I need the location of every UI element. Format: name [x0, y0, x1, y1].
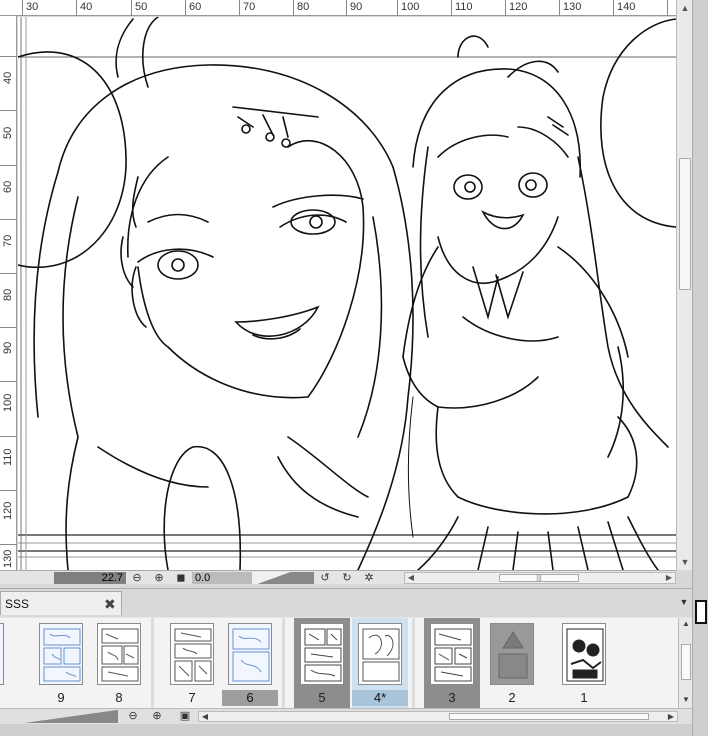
scroll-up-icon[interactable]: ▲	[679, 618, 693, 630]
horizontal-ruler: 30 40 50 60 70 80 90 100 110 120 130 140	[0, 0, 676, 16]
page-manager-tabbar: SSS ✖ ▼	[0, 589, 692, 617]
ruler-label: 120	[2, 501, 14, 520]
ruler-label: 140	[617, 1, 636, 13]
zoom-in-icon[interactable]: ⊕	[148, 572, 170, 584]
spread-divider	[412, 618, 415, 708]
page-preview	[170, 623, 214, 685]
page-number: 3	[424, 690, 480, 706]
color-swatch-icon[interactable]	[695, 600, 707, 624]
scroll-up-icon[interactable]: ▲	[677, 0, 693, 16]
page-preview	[300, 623, 344, 685]
ruler-label: 110	[2, 448, 14, 466]
zoom-out-icon[interactable]: ⊖	[126, 572, 148, 584]
drawing-canvas[interactable]	[18, 17, 676, 570]
page-preview	[490, 623, 534, 685]
ruler-label: 100	[2, 393, 14, 412]
fit-icon[interactable]: ◼	[170, 572, 192, 584]
page-list-horizontal-scrollbar[interactable]: ◀ ▶	[198, 711, 678, 722]
canvas-horizontal-scrollbar[interactable]: ◀ ||| ▶	[404, 572, 676, 584]
canvas-vertical-scrollbar[interactable]: ▲ ▼	[676, 0, 692, 570]
page-thumbnail[interactable]: 6	[222, 618, 278, 708]
page-preview	[562, 623, 606, 685]
page-number: 5	[294, 690, 350, 706]
panel-menu-icon[interactable]: ▼	[677, 595, 691, 609]
ruler-label: 70	[2, 234, 14, 247]
page-number: 8	[115, 690, 123, 705]
page-thumbnail[interactable]: 1	[556, 618, 612, 708]
thumbnail-size-slider[interactable]	[0, 710, 118, 723]
ruler-label: 130	[2, 549, 14, 568]
page-number: 2	[508, 690, 516, 705]
page-thumbnail[interactable]: 8	[91, 618, 147, 708]
page-list-vertical-scrollbar[interactable]: ▲ ▼	[678, 618, 692, 708]
page-thumbnail[interactable]	[0, 618, 10, 708]
page-manager-panel: SSS ✖ ▼ 9 8 7 6 5 4* 3 2 1 ▲ ▼ ⊖ ⊕ ▣ ◀ ▶	[0, 588, 692, 736]
page-preview	[430, 623, 474, 685]
ruler-label: 60	[189, 1, 202, 13]
spread-divider	[282, 618, 285, 708]
scrollbar-thumb[interactable]	[449, 713, 649, 720]
ruler-label: 80	[297, 1, 310, 13]
page-thumbnail[interactable]: 5	[294, 618, 350, 708]
ruler-label: 130	[563, 1, 582, 13]
scrollbar-thumb[interactable]: |||	[499, 574, 579, 582]
close-icon[interactable]: ✖	[104, 592, 116, 616]
page-thumbnail[interactable]: 2	[484, 618, 540, 708]
window-bottom-edge	[0, 724, 692, 736]
page-number: 9	[57, 690, 65, 705]
ruler-label: 60	[2, 180, 14, 193]
scrollbar-thumb[interactable]	[681, 644, 691, 680]
ruler-label: 50	[135, 1, 148, 13]
page-number: 7	[188, 690, 196, 705]
clip-studio-window: 30 40 50 60 70 80 90 100 110 120 130 140…	[0, 0, 708, 736]
page-number: 4*	[352, 690, 408, 706]
ruler-label: 90	[2, 341, 14, 354]
scroll-down-icon[interactable]: ▼	[679, 694, 693, 706]
zoom-in-icon[interactable]: ⊕	[146, 710, 168, 722]
side-palette-edge	[692, 0, 708, 736]
ruler-label: 90	[350, 1, 363, 13]
rotation-angle-field[interactable]: 0.0	[192, 571, 252, 584]
vertical-ruler: 40 50 60 70 80 90 100 110 120 130	[0, 16, 17, 570]
page-manager-toolbar: ⊖ ⊕ ▣ ◀ ▶	[0, 708, 692, 724]
display-settings-icon[interactable]: ▣	[174, 710, 196, 722]
zoom-level-field[interactable]: 22.7	[54, 571, 126, 584]
page-number: 1	[580, 690, 588, 705]
page-thumbnail[interactable]: 7	[164, 618, 220, 708]
canvas-navigation-bar: 22.7 ⊖ ⊕ ◼ 0.0 ↺ ↻ ✲ ◀ ||| ▶	[0, 570, 676, 584]
scroll-down-icon[interactable]: ▼	[677, 554, 693, 570]
ruler-label: 70	[243, 1, 256, 13]
scrollbar-thumb[interactable]	[679, 158, 691, 290]
rotate-right-icon[interactable]: ↻	[336, 572, 358, 584]
page-preview	[358, 623, 402, 685]
scroll-left-icon[interactable]: ◀	[405, 573, 417, 583]
tab-label: SSS	[5, 597, 30, 611]
spread-divider	[151, 618, 154, 708]
page-preview	[97, 623, 141, 685]
reset-rotation-icon[interactable]: ✲	[358, 572, 380, 584]
page-preview	[228, 623, 272, 685]
scroll-right-icon[interactable]: ▶	[665, 712, 677, 721]
ruler-label: 120	[509, 1, 528, 13]
ruler-label: 50	[2, 126, 14, 139]
ruler-label: 80	[2, 288, 14, 301]
scroll-left-icon[interactable]: ◀	[199, 712, 211, 721]
tab-sss[interactable]: SSS ✖	[0, 591, 122, 615]
page-thumbnail[interactable]: 9	[33, 618, 89, 708]
scroll-right-icon[interactable]: ▶	[663, 573, 675, 583]
ruler-label: 40	[2, 71, 14, 84]
manga-lineart	[18, 17, 676, 570]
ruler-label: 30	[26, 1, 39, 13]
page-number: 6	[222, 690, 278, 706]
page-thumbnail-list: 9 8 7 6 5 4* 3 2 1	[0, 618, 678, 708]
ruler-label: 40	[80, 1, 93, 13]
rotation-slider[interactable]	[252, 571, 314, 584]
page-thumbnail[interactable]: 3	[424, 618, 480, 708]
zoom-out-icon[interactable]: ⊖	[122, 710, 144, 722]
page-thumbnail-current[interactable]: 4*	[352, 618, 408, 708]
ruler-label: 100	[401, 1, 420, 13]
rotate-left-icon[interactable]: ↺	[314, 572, 336, 584]
page-preview	[39, 623, 83, 685]
ruler-label: 110	[455, 1, 473, 13]
